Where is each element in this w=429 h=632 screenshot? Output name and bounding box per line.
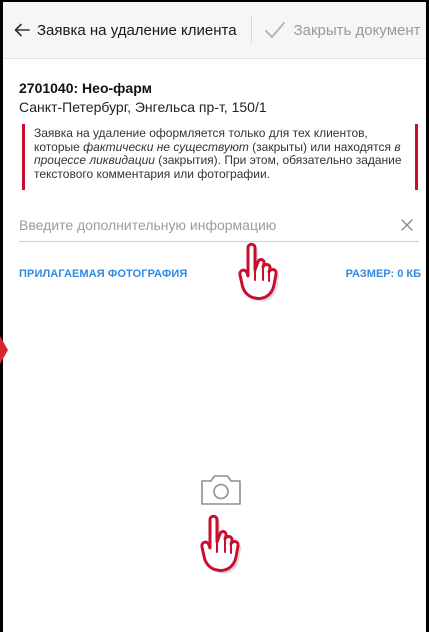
pointing-hand-icon <box>200 514 242 574</box>
additional-info-input[interactable] <box>19 210 389 240</box>
page-title: Заявка на удаление клиента <box>37 21 237 39</box>
toolbar-divider <box>250 16 252 44</box>
close-document-button[interactable]: Закрыть документ <box>264 2 421 58</box>
client-address: Санкт-Петербург, Энгельса пр-т, 150/1 <box>19 99 267 115</box>
deletion-notice: Заявка на удаление оформляется только дл… <box>22 124 418 190</box>
arrow-left-icon <box>14 23 30 37</box>
close-document-label: Закрыть документ <box>293 21 421 39</box>
back-button[interactable]: Заявка на удаление клиента <box>3 2 237 58</box>
close-icon[interactable] <box>401 219 413 231</box>
checkmark-icon <box>264 22 285 38</box>
toolbar: Заявка на удаление клиента Закрыть докум… <box>3 2 426 59</box>
side-pointer-marker <box>0 336 8 364</box>
client-code-name: 2701040: Нео-фарм <box>19 80 152 96</box>
additional-info-field <box>19 210 419 242</box>
pointing-hand-icon <box>238 242 280 302</box>
notice-text: (закрыты) или находятся <box>248 139 395 154</box>
notice-emphasis: фактически не существуют <box>83 139 249 154</box>
camera-icon[interactable] <box>198 470 244 508</box>
attached-photo-label: ПРИЛАГАЕМАЯ ФОТОГРАФИЯ <box>19 268 188 280</box>
photo-size-label: РАЗМЕР: 0 КБ <box>345 268 421 280</box>
